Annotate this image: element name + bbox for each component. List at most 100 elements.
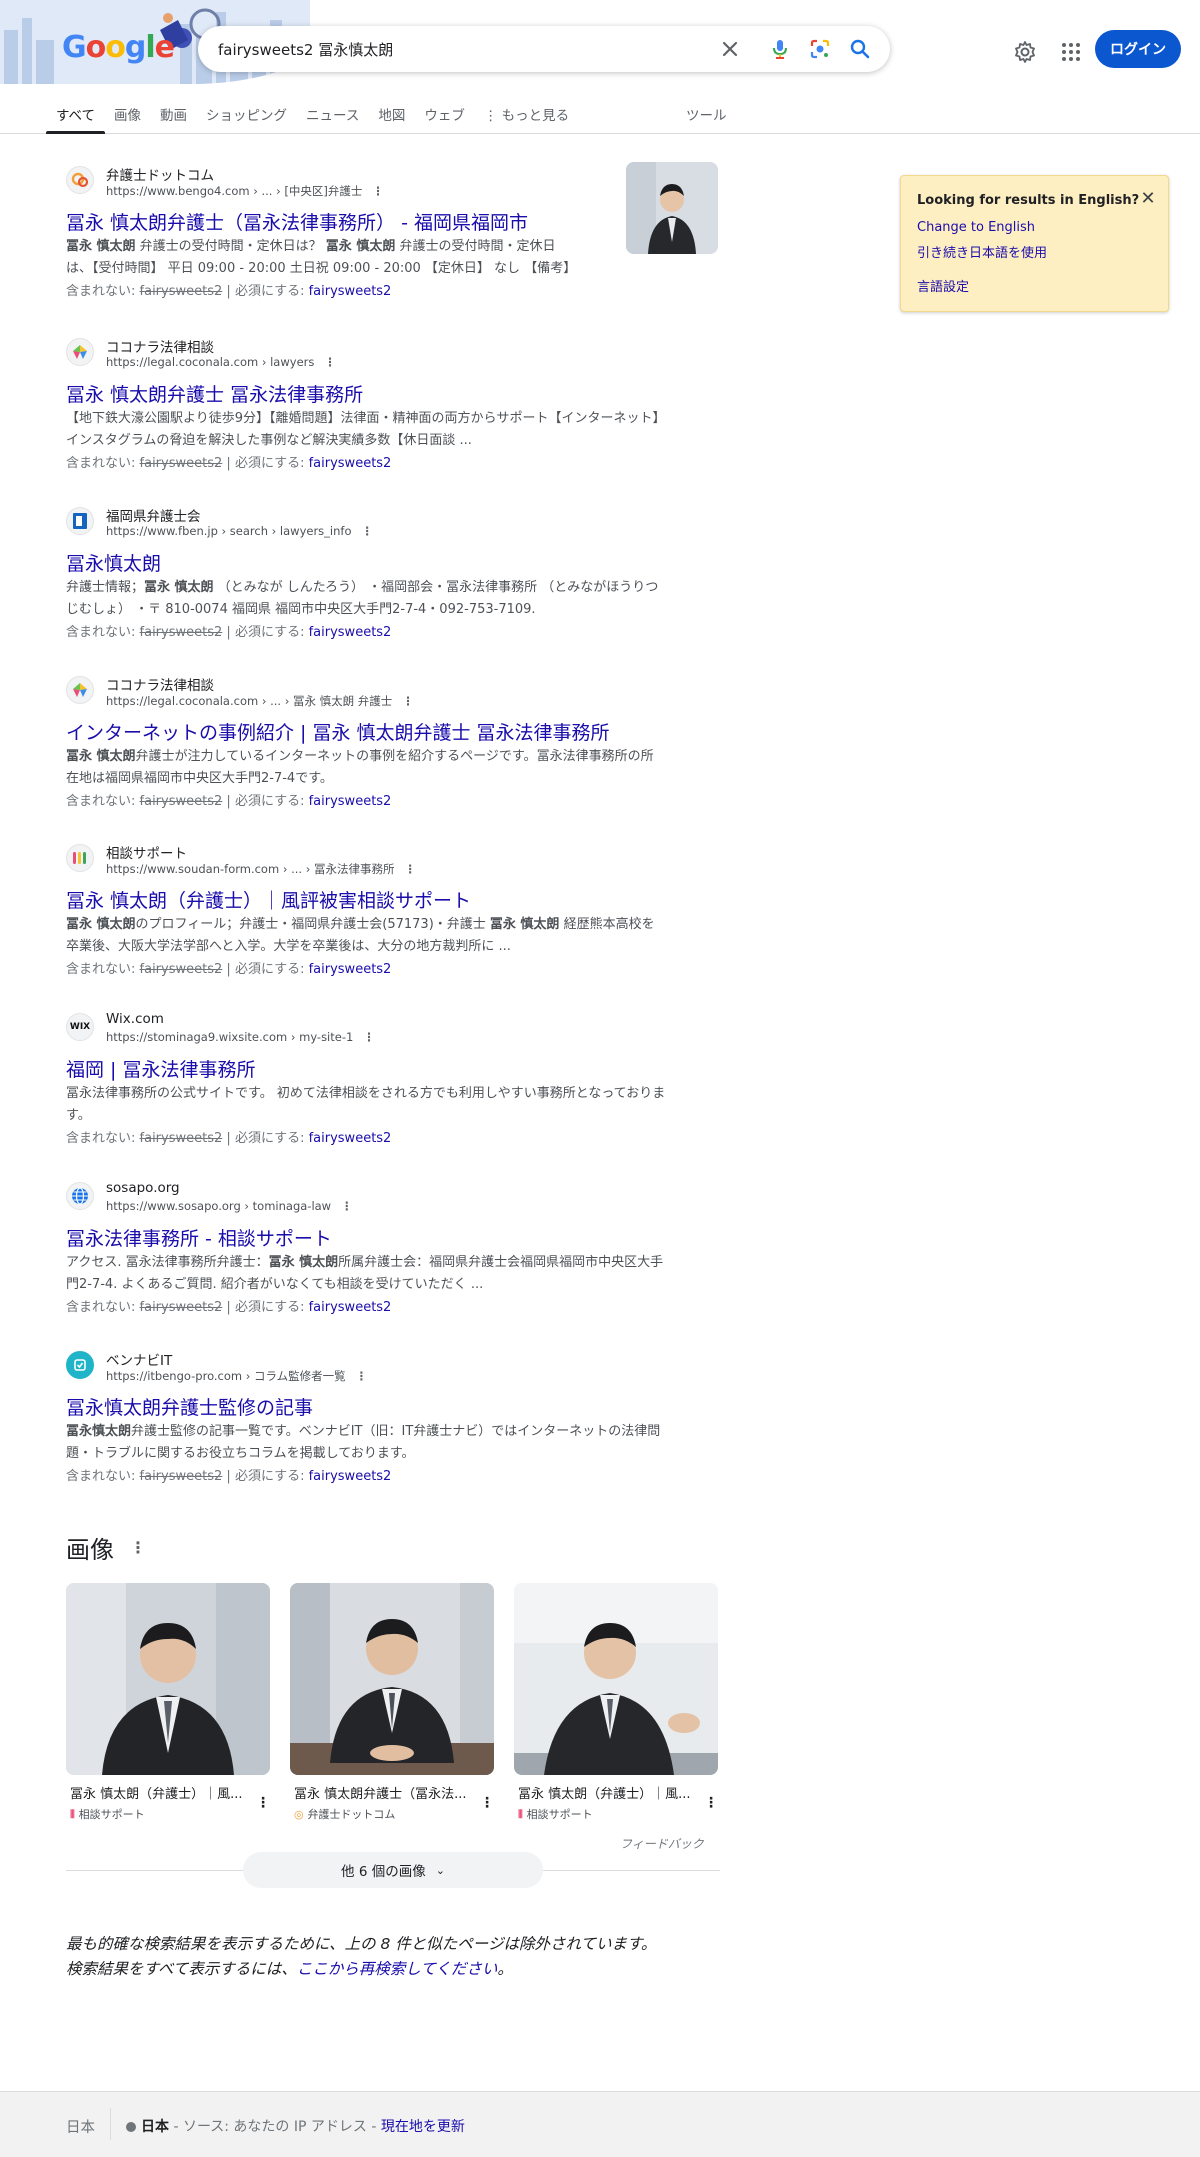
result-url[interactable]: https://www.soudan-form.com › ... › 冨永法律…	[106, 861, 416, 877]
google-logo-text: Google	[62, 30, 175, 65]
result-missing-terms: 含まれない: fairysweets2 | 必須にする: fairysweets…	[66, 625, 392, 640]
soudan-icon	[66, 844, 94, 872]
result-title-link[interactable]: 冨永慎太朗弁護士監修の記事	[66, 1393, 313, 1420]
update-location-link[interactable]: 現在地を更新	[381, 2119, 465, 2135]
lawyer-photo[interactable]	[290, 1583, 494, 1775]
result-thumbnail-image[interactable]	[626, 162, 718, 254]
result-site-name[interactable]: ベンナビIT	[106, 1349, 172, 1369]
result-missing-terms: 含まれない: fairysweets2 | 必須にする: fairysweets…	[66, 284, 392, 299]
tab-all[interactable]: すべて	[45, 100, 106, 134]
result-url[interactable]: https://www.fben.jp › search › lawyers_i…	[106, 524, 373, 538]
clear-icon[interactable]	[718, 37, 742, 61]
require-term-link[interactable]: fairysweets2	[309, 794, 392, 809]
coconala-icon	[66, 676, 94, 704]
result-snippet: 冨永法律事務所の公式サイトです。 初めて法律相談をされる方でも利用しやすい事務所…	[66, 1086, 666, 1123]
bennavi-icon	[66, 1351, 94, 1379]
microphone-icon[interactable]	[768, 37, 792, 61]
tab-more[interactable]: ⋮ もっと見る	[484, 100, 569, 134]
tab-news[interactable]: ニュース	[306, 100, 359, 134]
result-title-link[interactable]: 冨永 慎太朗（弁護士）｜風評被害相談サポート	[66, 886, 471, 913]
more-options-icon[interactable]: ⋮	[704, 1795, 718, 1811]
more-options-icon[interactable]: ⋮	[341, 1199, 353, 1213]
change-to-english-link[interactable]: Change to English	[917, 220, 1035, 235]
tab-web[interactable]: ウェブ	[424, 100, 465, 134]
search-box[interactable]	[198, 26, 890, 72]
apps-grid-icon[interactable]	[1056, 37, 1086, 67]
tab-videos[interactable]: 動画	[160, 100, 187, 134]
more-options-icon[interactable]: ⋮	[372, 184, 384, 198]
language-suggestion-box: Looking for results in English? Change t…	[900, 175, 1169, 312]
search-tabs: すべて 画像 動画 ショッピング ニュース 地図 ウェブ ⋮ もっと見る	[45, 100, 588, 134]
more-images-button[interactable]: 他 6 個の画像 ⌄	[243, 1852, 543, 1888]
result-title-link[interactable]: インターネットの事例紹介 | 冨永 慎太朗弁護士 冨永法律事務所	[66, 718, 610, 745]
result-title-link[interactable]: 冨永法律事務所 - 相談サポート	[66, 1224, 332, 1251]
more-options-icon[interactable]: ⋮	[130, 1538, 146, 1557]
tab-shopping[interactable]: ショッピング	[206, 100, 287, 134]
result-title-link[interactable]: 冨永 慎太朗弁護士（冨永法律事務所） - 福岡県福岡市	[66, 208, 528, 235]
require-term-link[interactable]: fairysweets2	[309, 962, 392, 977]
chevron-down-icon: ⌄	[435, 1863, 445, 1877]
result-site-name[interactable]: 福岡県弁護士会	[106, 505, 201, 525]
more-options-icon[interactable]: ⋮	[256, 1795, 270, 1811]
more-options-icon[interactable]: ⋮	[324, 355, 336, 369]
require-term-link[interactable]: fairysweets2	[309, 1131, 392, 1146]
settings-gear-icon[interactable]	[1010, 37, 1040, 67]
google-lens-icon[interactable]	[808, 37, 832, 61]
result-url[interactable]: https://www.bengo4.com › ... › [中央区]弁護士 ⋮	[106, 183, 384, 199]
result-url[interactable]: https://itbengo-pro.com › コラム監修者一覧 ⋮	[106, 1368, 367, 1384]
result-url[interactable]: https://stominaga9.wixsite.com › my-site…	[106, 1030, 375, 1044]
repeat-search-link[interactable]: ここから再検索してください	[297, 1960, 498, 1978]
language-suggestion-heading: Looking for results in English?	[917, 193, 1140, 208]
more-options-icon[interactable]: ⋮	[480, 1795, 494, 1811]
footer-location: 日本 - ソース: あなたの IP アドレス - 現在地を更新	[126, 2116, 465, 2136]
more-options-icon[interactable]: ⋮	[362, 524, 374, 538]
login-button[interactable]: ログイン	[1095, 30, 1181, 68]
require-term-link[interactable]: fairysweets2	[309, 1469, 392, 1484]
result-site-name[interactable]: Wix.com	[106, 1011, 164, 1027]
result-site-name[interactable]: 弁護士ドットコム	[106, 164, 214, 184]
more-options-icon[interactable]: ⋮	[404, 862, 416, 876]
more-options-icon[interactable]: ⋮	[356, 1369, 368, 1383]
result-snippet: 冨永 慎太朗 弁護士の受付時間・定休日は？ 冨永 慎太朗 弁護士の受付時間・定休…	[66, 239, 577, 276]
result-title-link[interactable]: 冨永慎太朗	[66, 549, 161, 576]
require-term-link[interactable]: fairysweets2	[309, 1300, 392, 1315]
lawyer-photo[interactable]	[514, 1583, 718, 1775]
footer: 日本 日本 - ソース: あなたの IP アドレス - 現在地を更新	[0, 2091, 1200, 2157]
image-caption[interactable]: 冨永 慎太朗（弁護士）｜風...	[514, 1783, 694, 1802]
image-caption[interactable]: 冨永 慎太朗弁護士（冨永法...	[290, 1783, 470, 1802]
result-snippet: 冨永慎太朗弁護士監修の記事一覧です。ベンナビIT（旧：IT弁護士ナビ）ではインタ…	[66, 1424, 661, 1461]
image-caption[interactable]: 冨永 慎太朗（弁護士）｜風...	[66, 1783, 246, 1802]
result-url[interactable]: https://legal.coconala.com › lawyers ⋮	[106, 355, 336, 369]
search-input[interactable]	[218, 38, 698, 60]
result-site-name[interactable]: sosapo.org	[106, 1180, 180, 1196]
tools-button[interactable]: ツール	[686, 104, 727, 124]
keep-japanese-link[interactable]: 引き続き日本語を使用	[917, 242, 1047, 261]
tab-maps[interactable]: 地図	[378, 100, 405, 134]
footer-country: 日本	[66, 2120, 95, 2136]
close-icon[interactable]: ✕	[1138, 188, 1158, 209]
image-card[interactable]: 冨永 慎太朗（弁護士）｜風... ⦀ 相談サポート ⋮	[514, 1583, 718, 1822]
result-title-link[interactable]: 冨永 慎太朗弁護士 冨永法律事務所	[66, 380, 363, 407]
more-options-icon[interactable]: ⋮	[402, 694, 414, 708]
tab-images[interactable]: 画像	[114, 100, 141, 134]
language-settings-link[interactable]: 言語設定	[917, 276, 969, 295]
result-snippet: アクセス. 冨永法律事務所弁護士：冨永 慎太朗所属弁護士会：福岡県弁護士会福岡県…	[66, 1255, 664, 1292]
header: Google ログイン すべて 画像 動画 ショッピング ニュース 地図 ウェブ…	[0, 0, 1200, 134]
require-term-link[interactable]: fairysweets2	[309, 456, 392, 471]
require-term-link[interactable]: fairysweets2	[309, 284, 392, 299]
result-site-name[interactable]: ココナラ法律相談	[106, 336, 214, 356]
result-site-name[interactable]: ココナラ法律相談	[106, 674, 214, 694]
feedback-link[interactable]: フィードバック	[620, 1835, 704, 1852]
result-title-link[interactable]: 福岡 | 冨永法律事務所	[66, 1055, 255, 1082]
image-card[interactable]: 冨永 慎太朗（弁護士）｜風... ⦀ 相談サポート ⋮	[66, 1583, 270, 1822]
image-source: ⦀ 相談サポート	[70, 1808, 145, 1821]
search-icon[interactable]	[848, 37, 872, 61]
image-card[interactable]: 冨永 慎太朗弁護士（冨永法... ◎ 弁護士ドットコム ⋮	[290, 1583, 494, 1822]
result-site-name[interactable]: 相談サポート	[106, 842, 187, 862]
images-heading: 画像	[66, 1536, 114, 1564]
result-url[interactable]: https://www.sosapo.org › tominaga-law ⋮	[106, 1199, 353, 1213]
require-term-link[interactable]: fairysweets2	[309, 625, 392, 640]
more-options-icon[interactable]: ⋮	[363, 1030, 375, 1044]
lawyer-photo[interactable]	[66, 1583, 270, 1775]
result-url[interactable]: https://legal.coconala.com › ... › 冨永 慎太…	[106, 693, 414, 709]
